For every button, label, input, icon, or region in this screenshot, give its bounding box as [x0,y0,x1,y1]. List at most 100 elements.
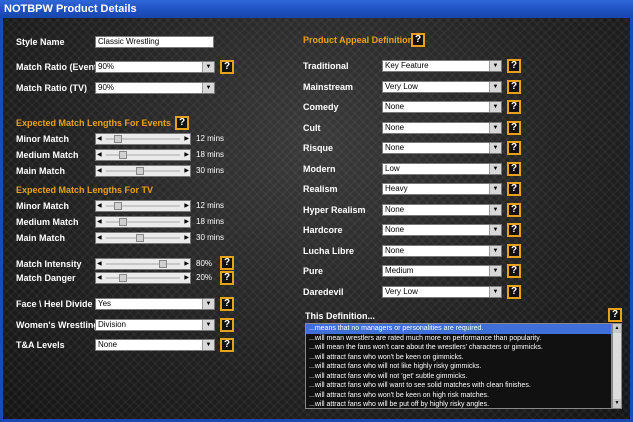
list-item[interactable]: ...will attract fans who won't be keen o… [306,391,611,401]
slider-thumb[interactable] [113,135,122,143]
dropdown-arrow-icon[interactable]: ▼ [489,102,501,112]
dropdown-arrow-icon[interactable]: ▼ [489,61,501,71]
tv-minor-slider[interactable]: ◀ ▶ [95,200,191,212]
dropdown-arrow-icon[interactable]: ▼ [489,123,501,133]
help-icon[interactable]: ? [220,338,234,352]
event-medium-slider[interactable]: ◀ ▶ [95,149,191,161]
help-icon[interactable]: ? [507,182,521,196]
arrow-left-icon[interactable]: ◀ [97,134,102,144]
list-item[interactable]: ...will attract fans who will not like h… [306,362,611,372]
arrow-right-icon[interactable]: ▶ [184,134,189,144]
list-item[interactable]: ...will mean wrestlers are rated much mo… [306,334,611,344]
help-icon[interactable]: ? [220,256,234,270]
slider-thumb[interactable] [135,234,144,242]
match-danger-slider[interactable]: ◀ ▶ [95,272,191,284]
dropdown-arrow-icon[interactable]: ▼ [489,143,501,153]
match-intensity-slider[interactable]: ◀ ▶ [95,258,191,270]
arrow-right-icon[interactable]: ▶ [184,217,189,227]
dropdown-arrow-icon[interactable]: ▼ [489,164,501,174]
dropdown-arrow-icon[interactable]: ▼ [489,225,501,235]
style-name-input[interactable]: Classic Wrestling [95,36,214,48]
event-main-slider[interactable]: ◀ ▶ [95,165,191,177]
help-icon[interactable]: ? [507,121,521,135]
tv-main-slider[interactable]: ◀ ▶ [95,232,191,244]
help-icon[interactable]: ? [507,285,521,299]
help-icon[interactable]: ? [507,264,521,278]
arrow-right-icon[interactable]: ▶ [184,166,189,176]
help-icon[interactable]: ? [220,297,234,311]
list-item[interactable]: ...will attract fans who will want to se… [306,381,611,391]
slider-thumb[interactable] [119,274,128,282]
slider-thumb[interactable] [158,260,167,268]
help-icon[interactable]: ? [507,203,521,217]
list-item[interactable]: ...will attract fans who will be put off… [306,400,611,408]
help-icon[interactable]: ? [411,33,425,47]
appeal-pure-select[interactable]: Medium ▼ [382,265,502,277]
help-icon[interactable]: ? [507,59,521,73]
dropdown-arrow-icon[interactable]: ▼ [489,184,501,194]
help-icon[interactable]: ? [220,318,234,332]
arrow-left-icon[interactable]: ◀ [97,217,102,227]
arrow-right-icon[interactable]: ▶ [184,259,189,269]
dropdown-arrow-icon[interactable]: ▼ [202,340,214,350]
list-item[interactable]: ...will mean the fans won't care about t… [306,343,611,353]
appeal-modern-select[interactable]: Low ▼ [382,163,502,175]
slider-thumb[interactable] [113,202,122,210]
arrow-right-icon[interactable]: ▶ [184,201,189,211]
dropdown-arrow-icon[interactable]: ▼ [489,82,501,92]
appeal-lucha-libre-select[interactable]: None ▼ [382,245,502,257]
help-icon[interactable]: ? [507,162,521,176]
help-icon[interactable]: ? [507,141,521,155]
appeal-realism-select[interactable]: Heavy ▼ [382,183,502,195]
arrow-left-icon[interactable]: ◀ [97,259,102,269]
definition-scrollbar[interactable]: ▲ ▼ [612,323,622,409]
dropdown-arrow-icon[interactable]: ▼ [202,62,214,72]
help-icon[interactable]: ? [608,308,622,322]
help-icon[interactable]: ? [507,80,521,94]
help-icon[interactable]: ? [220,60,234,74]
face-heel-select[interactable]: Yes ▼ [95,298,215,310]
dropdown-arrow-icon[interactable]: ▼ [202,299,214,309]
match-ratio-tv-select[interactable]: 90% ▼ [95,82,215,94]
help-icon[interactable]: ? [175,116,189,130]
arrow-left-icon[interactable]: ◀ [97,166,102,176]
appeal-mainstream-select[interactable]: Very Low ▼ [382,81,502,93]
scroll-down-icon[interactable]: ▼ [613,399,621,408]
womens-wrestling-select[interactable]: Division ▼ [95,319,215,331]
appeal-comedy-select[interactable]: None ▼ [382,101,502,113]
appeal-risque-select[interactable]: None ▼ [382,142,502,154]
scroll-up-icon[interactable]: ▲ [613,324,621,333]
tv-medium-slider[interactable]: ◀ ▶ [95,216,191,228]
list-item[interactable]: ...will attract fans who will not 'get' … [306,372,611,382]
ta-levels-select[interactable]: None ▼ [95,339,215,351]
help-icon[interactable]: ? [220,271,234,285]
arrow-left-icon[interactable]: ◀ [97,201,102,211]
dropdown-arrow-icon[interactable]: ▼ [489,205,501,215]
arrow-left-icon[interactable]: ◀ [97,150,102,160]
list-item[interactable]: ...means that no managers or personaliti… [306,324,611,334]
arrow-left-icon[interactable]: ◀ [97,273,102,283]
dropdown-arrow-icon[interactable]: ▼ [489,266,501,276]
list-item[interactable]: ...will attract fans who won't be keen o… [306,353,611,363]
appeal-traditional-select[interactable]: Key Feature ▼ [382,60,502,72]
match-ratio-event-select[interactable]: 90% ▼ [95,61,215,73]
arrow-left-icon[interactable]: ◀ [97,233,102,243]
help-icon[interactable]: ? [507,100,521,114]
help-icon[interactable]: ? [507,223,521,237]
arrow-right-icon[interactable]: ▶ [184,273,189,283]
event-minor-slider[interactable]: ◀ ▶ [95,133,191,145]
appeal-cult-select[interactable]: None ▼ [382,122,502,134]
definition-list[interactable]: ...means that no managers or personaliti… [305,323,612,409]
appeal-hyper-realism-select[interactable]: None ▼ [382,204,502,216]
dropdown-arrow-icon[interactable]: ▼ [202,83,214,93]
dropdown-arrow-icon[interactable]: ▼ [489,287,501,297]
help-icon[interactable]: ? [507,244,521,258]
arrow-right-icon[interactable]: ▶ [184,233,189,243]
appeal-daredevil-select[interactable]: Very Low ▼ [382,286,502,298]
arrow-right-icon[interactable]: ▶ [184,150,189,160]
slider-thumb[interactable] [119,151,128,159]
slider-thumb[interactable] [135,167,144,175]
dropdown-arrow-icon[interactable]: ▼ [489,246,501,256]
dropdown-arrow-icon[interactable]: ▼ [202,320,214,330]
appeal-hardcore-select[interactable]: None ▼ [382,224,502,236]
